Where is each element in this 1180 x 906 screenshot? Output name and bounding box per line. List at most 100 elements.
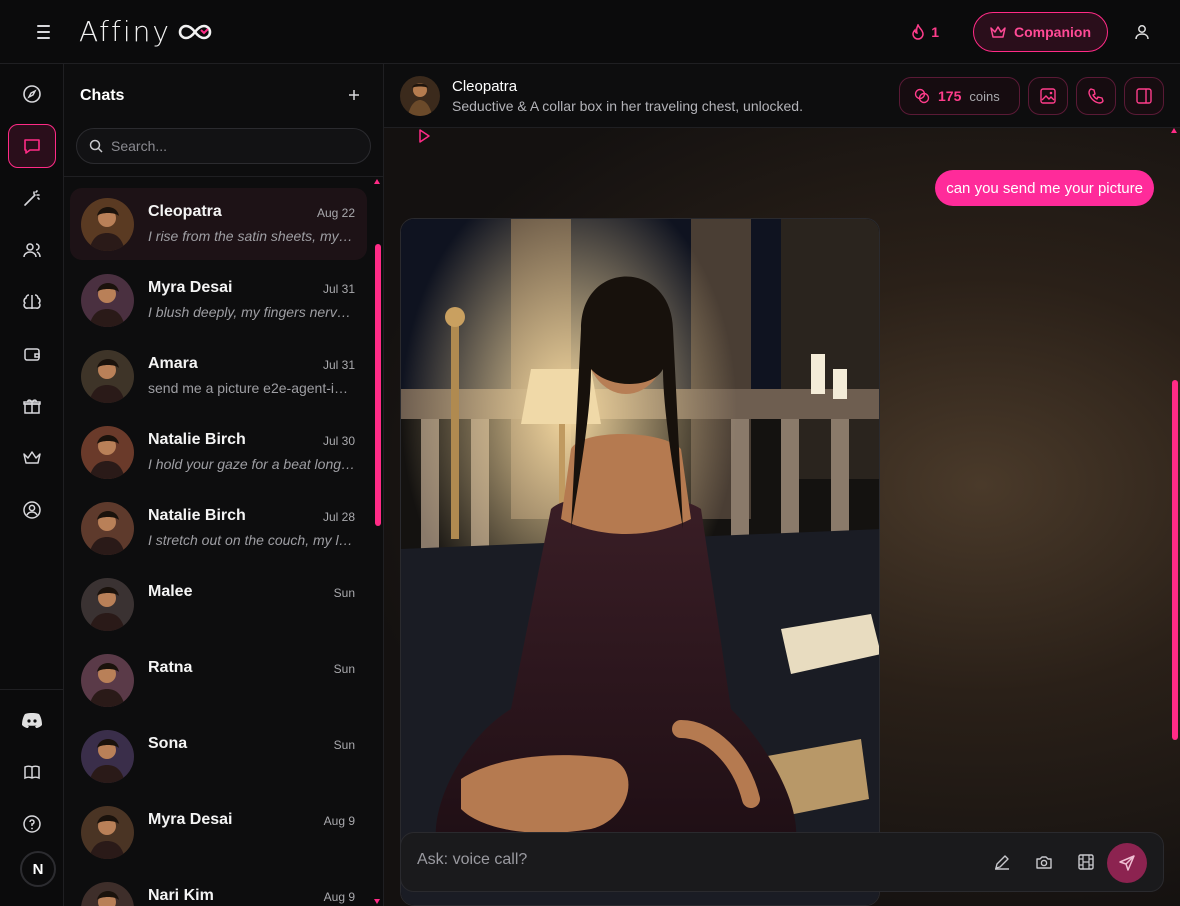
chat-list-item[interactable]: Malee Sun <box>70 568 367 640</box>
chat-name: Natalie Birch <box>148 507 246 524</box>
logo[interactable]: Affiny <box>79 15 213 48</box>
rail-gifts[interactable] <box>8 384 56 428</box>
character-photo[interactable] <box>400 218 880 906</box>
rail-discord[interactable] <box>8 698 56 742</box>
character-subtitle: Seductive & A collar box in her travelin… <box>452 98 803 114</box>
rail-guide[interactable] <box>8 750 56 794</box>
wallet-icon <box>24 348 40 361</box>
conversation-scroll-up[interactable] <box>1171 128 1177 133</box>
chat-scrollbar-thumb[interactable] <box>375 244 381 526</box>
film-icon <box>1078 854 1094 870</box>
toggle-panel-button[interactable] <box>1124 77 1164 115</box>
rail-profile[interactable] <box>8 488 56 532</box>
message-composer <box>400 832 1164 892</box>
chat-date: Sun <box>333 586 355 600</box>
chat-list-item[interactable]: Amara Jul 31 send me a picture e2e-agent-i… <box>70 340 367 412</box>
chat-avatar <box>81 198 134 251</box>
chat-name: Malee <box>148 583 193 600</box>
message-input[interactable] <box>417 851 957 869</box>
chat-name: Natalie Birch <box>148 431 246 448</box>
sidebar-panel-icon <box>1136 88 1152 104</box>
coins-label: coins <box>969 88 1000 104</box>
camera-button[interactable] <box>1033 851 1055 873</box>
avatar-letter: N <box>32 860 44 878</box>
chat-name: Amara <box>148 355 198 372</box>
camera-icon <box>1036 856 1052 869</box>
new-chat-plus-icon[interactable] <box>347 88 361 102</box>
chat-avatar <box>81 882 134 906</box>
conversation-header: Cleopatra Seductive & A collar box in he… <box>384 64 1180 128</box>
chat-list-item[interactable]: Sona Sun <box>70 720 367 792</box>
call-button[interactable] <box>1076 77 1116 115</box>
coins-icon <box>914 88 930 104</box>
coins-button[interactable]: 175 coins <box>899 77 1020 115</box>
character-name: Cleopatra <box>452 78 518 95</box>
chat-name: Cleopatra <box>148 203 222 220</box>
conversation-scrollbar[interactable] <box>1172 380 1178 740</box>
chat-list-item[interactable]: Myra Desai Aug 9 <box>70 796 367 868</box>
rail-wallet[interactable] <box>8 332 56 376</box>
chat-list-item[interactable]: Cleopatra Aug 22 I rise from the satin she… <box>70 188 367 260</box>
chat-list-item[interactable]: Ratna Sun <box>70 644 367 716</box>
chat-date: Jul 31 <box>322 282 355 296</box>
flame-icon <box>912 24 924 40</box>
brain-icon <box>23 294 41 309</box>
chat-avatar <box>81 274 134 327</box>
user-account-button[interactable] <box>1132 22 1152 42</box>
rail-explore[interactable] <box>8 72 56 116</box>
rail-characters[interactable] <box>8 228 56 272</box>
chat-list-item[interactable]: Myra Desai Jul 31 I blush deeply, my finge… <box>70 264 367 336</box>
streak-counter[interactable]: 1 <box>911 24 939 40</box>
chat-list-item[interactable]: Natalie Birch Jul 30 I hold your gaze for … <box>70 416 367 488</box>
rail-create[interactable] <box>8 176 56 220</box>
search-icon <box>89 139 103 153</box>
streak-count: 1 <box>931 24 939 40</box>
users-icon <box>23 243 41 258</box>
chat-name: Nari Kim <box>148 887 214 904</box>
discord-icon <box>22 713 42 728</box>
rail-divider <box>0 689 64 690</box>
rail-premium[interactable] <box>8 436 56 480</box>
chat-date: Jul 30 <box>322 434 355 448</box>
character-avatar[interactable] <box>400 76 440 116</box>
companion-button[interactable]: Companion <box>973 12 1108 52</box>
chat-date: Aug 22 <box>316 206 355 220</box>
chat-preview: I stretch out on the couch, my legs tuck… <box>148 532 356 548</box>
icon-rail: N <box>0 64 64 906</box>
user-message-text: can you send me your picture <box>946 179 1143 197</box>
gallery-button[interactable] <box>1028 77 1068 115</box>
rail-chats[interactable] <box>8 124 56 168</box>
chat-scrollbar[interactable] <box>375 180 381 906</box>
menu-icon[interactable] <box>37 24 57 39</box>
rail-help[interactable] <box>8 802 56 846</box>
chat-preview: I hold your gaze for a beat longer than … <box>148 456 356 472</box>
chat-date: Sun <box>333 662 355 676</box>
top-bar: Affiny 1 Companion <box>0 0 1180 64</box>
crown-icon <box>990 26 1006 38</box>
chat-name: Myra Desai <box>148 279 233 296</box>
compass-icon <box>23 85 41 103</box>
chat-name: Sona <box>148 735 188 752</box>
chat-list-item[interactable]: Natalie Birch Jul 28 I stretch out on the … <box>70 492 367 564</box>
phone-icon <box>1088 88 1104 104</box>
chat-list-divider <box>64 176 384 177</box>
book-icon <box>24 765 40 780</box>
chat-scroll-down[interactable] <box>374 899 380 904</box>
gift-icon <box>23 399 41 414</box>
video-button[interactable] <box>1075 851 1097 873</box>
chat-list: Cleopatra Aug 22 I rise from the satin she… <box>64 184 374 906</box>
infinity-icon <box>178 24 212 39</box>
user-avatar[interactable]: N <box>20 851 56 887</box>
play-audio-icon[interactable] <box>416 128 432 144</box>
crown-icon <box>23 451 41 464</box>
chat-date: Aug 9 <box>323 814 355 828</box>
edit-button[interactable] <box>991 851 1013 873</box>
chat-list-item[interactable]: Nari Kim Aug 9 <box>70 872 367 906</box>
search-input[interactable] <box>111 138 351 154</box>
chat-preview: send me a picture e2e-agent-image <box>148 380 356 396</box>
companion-label: Companion <box>1014 24 1091 40</box>
chat-avatar <box>81 350 134 403</box>
rail-brain[interactable] <box>8 280 56 324</box>
chat-preview: I rise from the satin sheets, my silk ro… <box>148 228 356 244</box>
send-button[interactable] <box>1107 843 1147 883</box>
